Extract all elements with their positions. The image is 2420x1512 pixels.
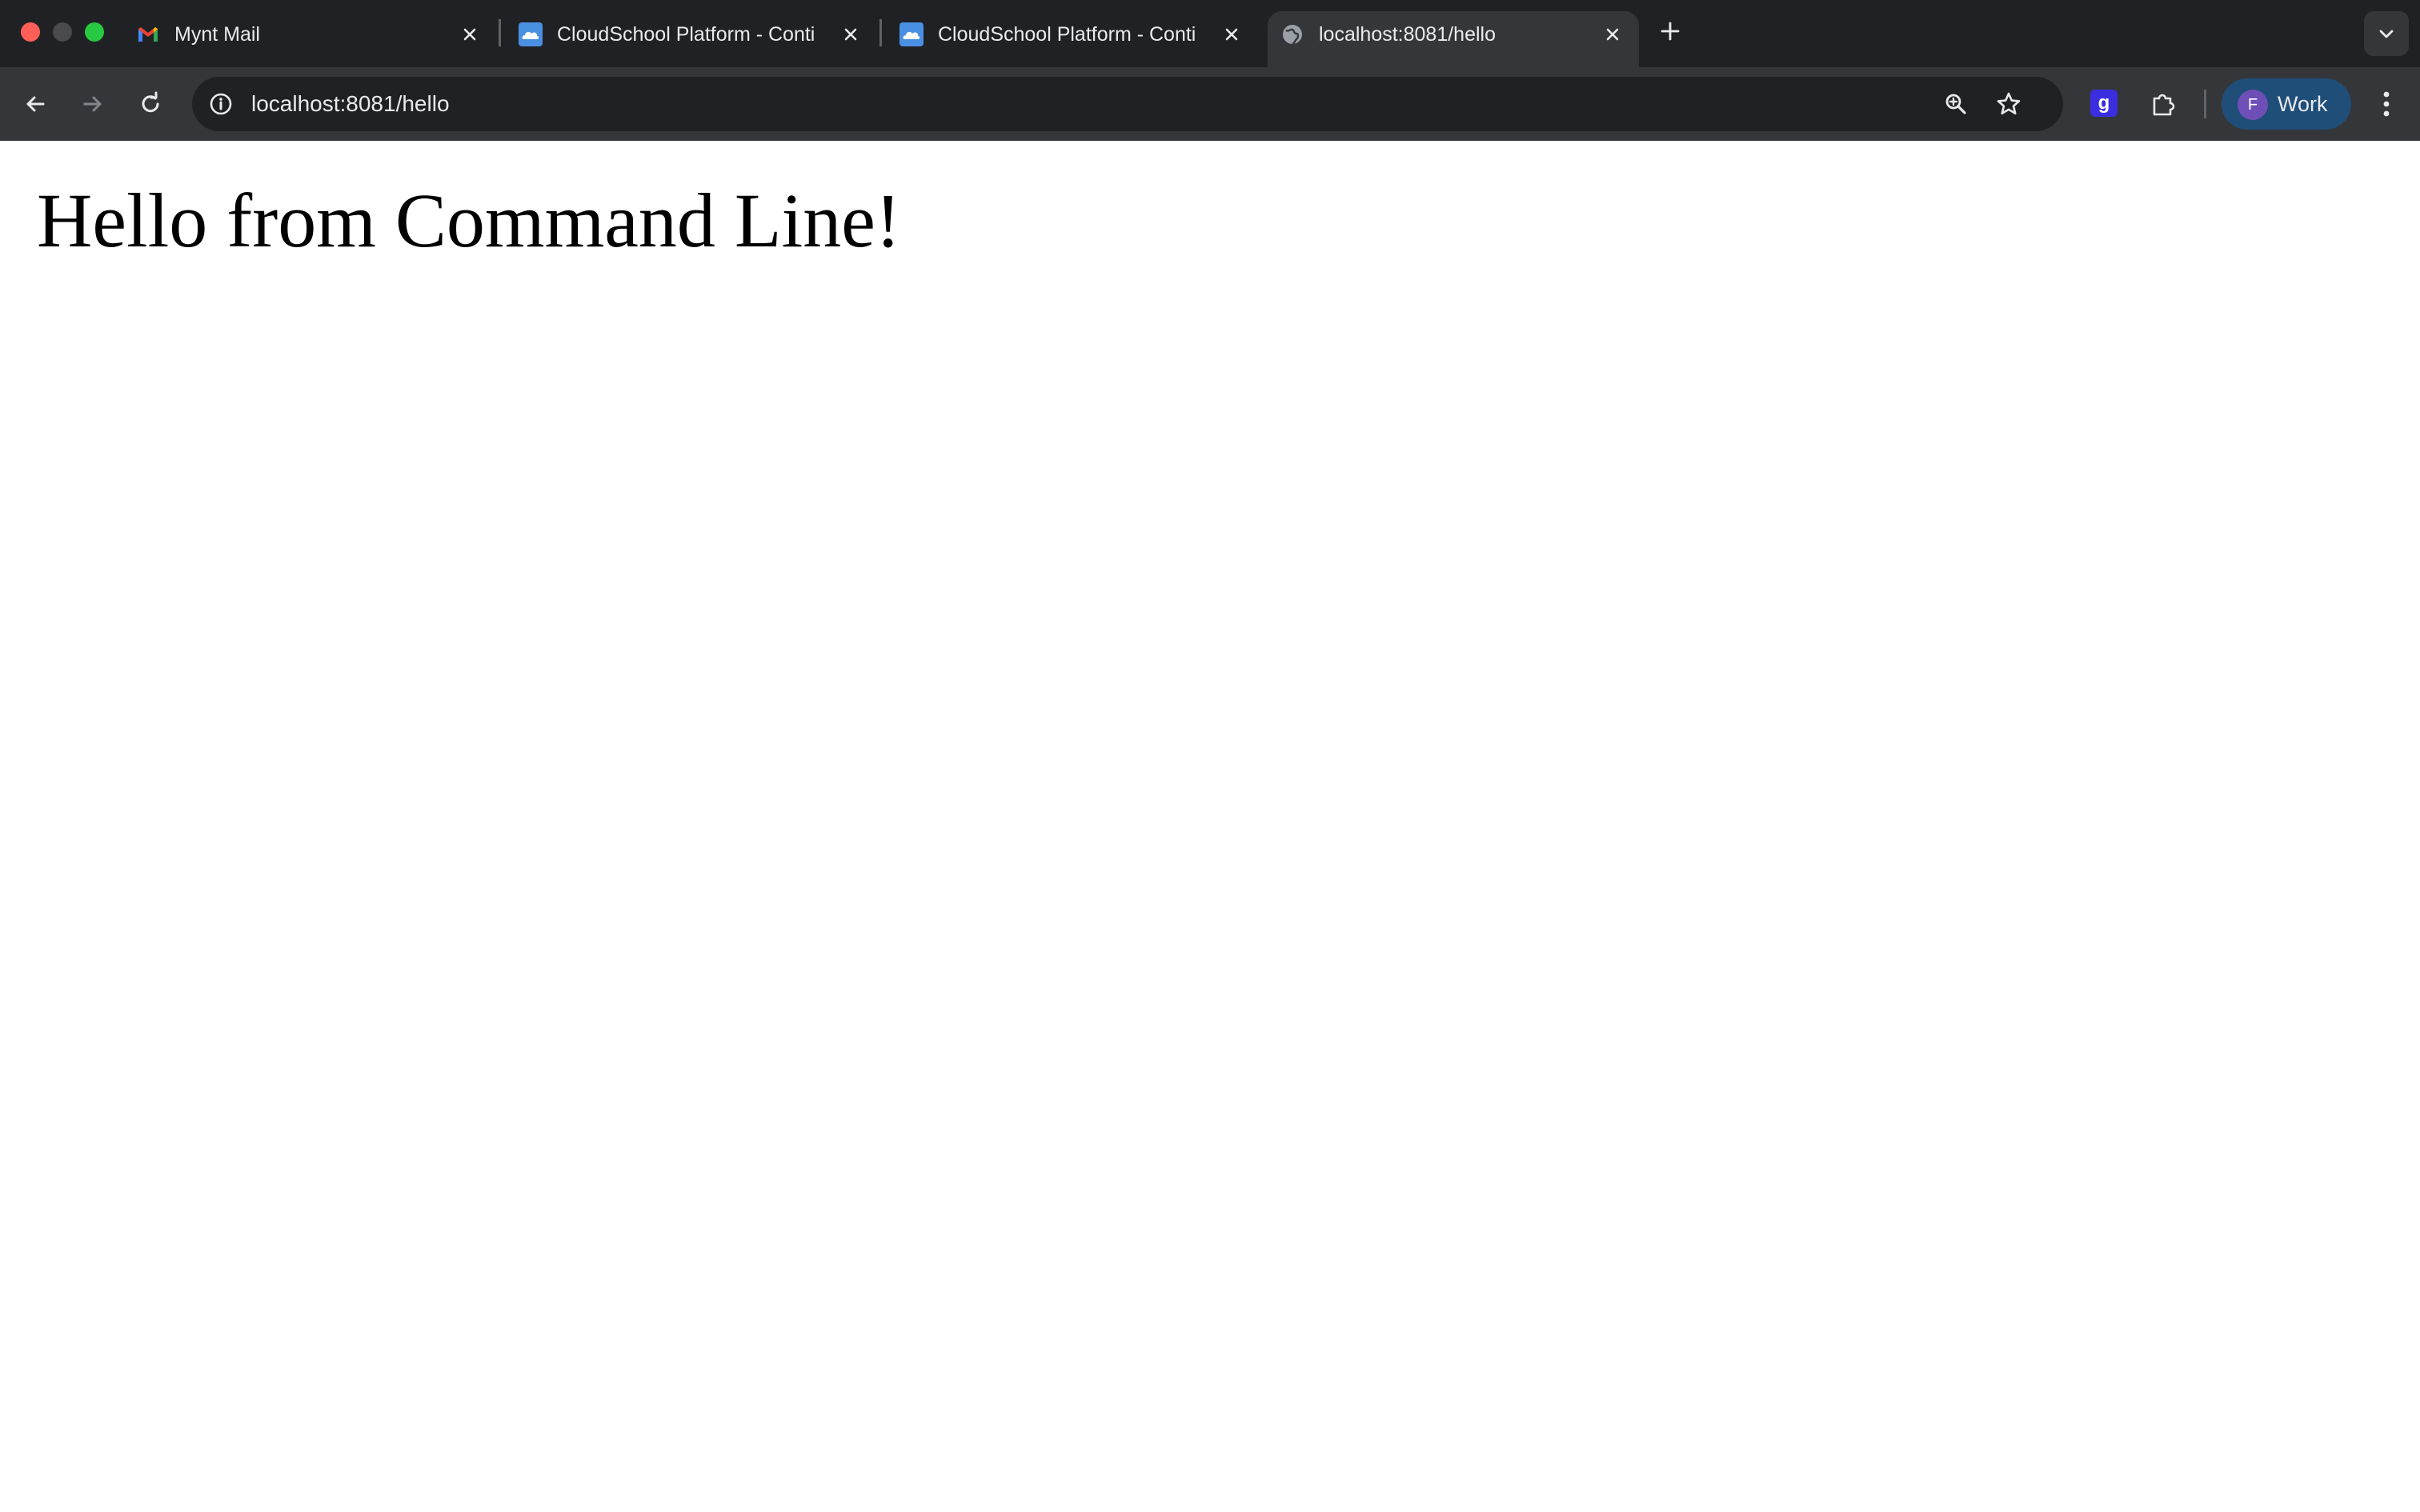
tab-strip: Mynt Mail CloudSchool Platform - Conti C… xyxy=(0,0,2420,67)
address-bar[interactable]: localhost:8081/hello xyxy=(192,77,2063,131)
tab-separator xyxy=(499,19,501,46)
cloud-icon xyxy=(519,22,543,46)
chevron-down-icon xyxy=(2379,30,2394,38)
star-icon[interactable] xyxy=(1993,88,2025,120)
tab-localhost-hello[interactable]: localhost:8081/hello xyxy=(1268,11,1639,67)
new-tab-button[interactable] xyxy=(1657,18,1684,45)
toolbar-divider xyxy=(2204,90,2206,118)
window-minimize-button[interactable] xyxy=(53,22,72,42)
close-icon[interactable] xyxy=(1601,22,1625,46)
avatar: F xyxy=(2238,90,2268,120)
tab-search-button[interactable] xyxy=(2364,11,2409,56)
window-zoom-button[interactable] xyxy=(85,22,104,42)
tab-label: CloudSchool Platform - Conti xyxy=(557,23,815,46)
profile-button[interactable]: F Work xyxy=(2222,78,2351,130)
url-text[interactable]: localhost:8081/hello xyxy=(251,90,450,118)
browser-toolbar: localhost:8081/hello g F Work xyxy=(0,67,2420,141)
glasp-extension-icon[interactable]: g xyxy=(2090,90,2118,117)
window-close-button[interactable] xyxy=(21,22,40,42)
cloud-icon xyxy=(899,22,924,46)
forward-icon xyxy=(83,96,102,112)
zoom-icon[interactable] xyxy=(1940,88,1972,120)
plus-icon xyxy=(1661,22,1680,41)
back-icon xyxy=(26,96,45,112)
extensions-puzzle-icon xyxy=(2153,94,2175,116)
tab-separator xyxy=(879,19,882,46)
back-button[interactable] xyxy=(16,85,54,123)
page-content: Hello from Command Line! xyxy=(0,141,2420,1512)
close-icon[interactable] xyxy=(839,22,863,46)
page-heading: Hello from Command Line! xyxy=(37,178,901,263)
tab-label: Mynt Mail xyxy=(174,23,260,46)
globe-icon xyxy=(1280,22,1304,46)
profile-label: Work xyxy=(2278,92,2328,116)
extensions-button[interactable] xyxy=(2145,85,2183,123)
tab-cloudschool-2[interactable]: CloudSchool Platform - Conti xyxy=(899,11,1252,67)
browser-menu-button[interactable] xyxy=(2370,85,2402,123)
tab-label: localhost:8081/hello xyxy=(1319,23,1496,46)
tab-cloudschool-1[interactable]: CloudSchool Platform - Conti xyxy=(519,11,871,67)
reload-button[interactable] xyxy=(131,85,170,123)
menu-dots-icon xyxy=(2383,91,2390,117)
reload-icon xyxy=(142,91,159,113)
gmail-icon xyxy=(136,22,160,46)
tab-label: CloudSchool Platform - Conti xyxy=(938,23,1196,46)
tab-mynt-mail[interactable]: Mynt Mail xyxy=(136,11,488,67)
close-icon[interactable] xyxy=(1220,22,1244,46)
info-icon[interactable] xyxy=(208,91,234,117)
close-icon[interactable] xyxy=(458,22,482,46)
forward-button[interactable] xyxy=(74,85,112,123)
